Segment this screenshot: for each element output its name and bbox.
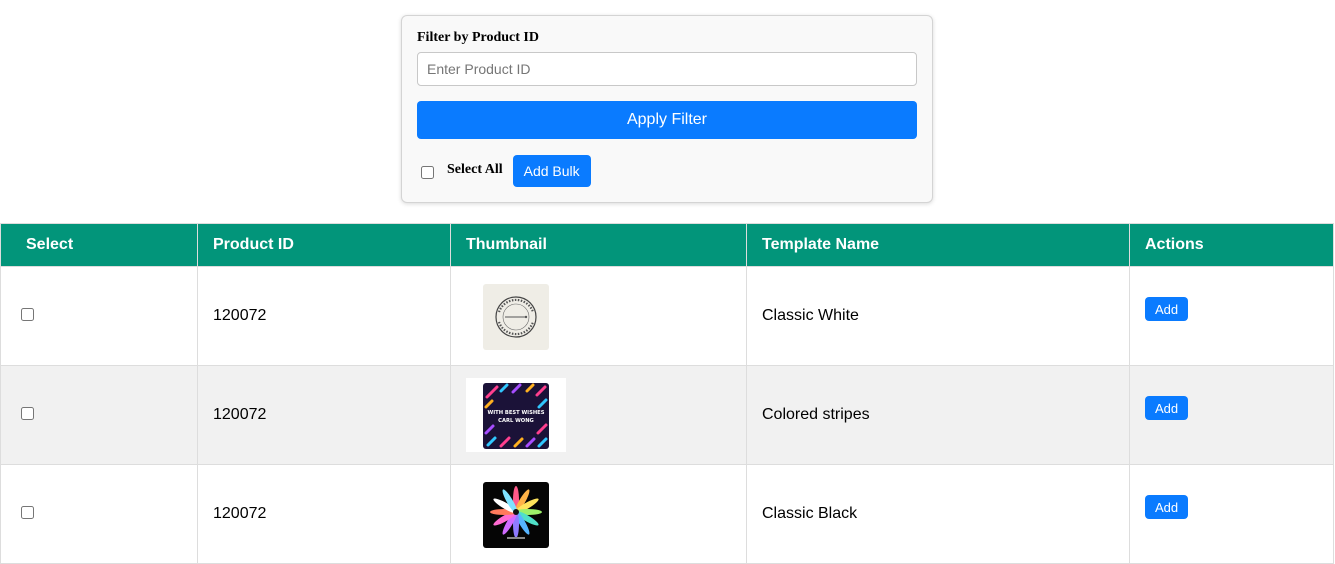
product-id-input[interactable]	[417, 52, 917, 86]
header-select: Select	[0, 223, 198, 267]
table-row: 120072 Classic White Add	[0, 266, 1334, 366]
select-cell	[0, 365, 198, 465]
colored-stripes-thumbnail: WITH BEST WISHES CARL WONG	[466, 378, 566, 452]
table-row: 120072	[0, 464, 1334, 564]
add-bulk-button[interactable]: Add Bulk	[512, 155, 591, 187]
template-name-cell: Classic White	[746, 266, 1130, 366]
thumbnail-cell	[450, 464, 747, 564]
filter-label: Filter by Product ID	[417, 30, 539, 45]
add-button[interactable]: Add	[1145, 495, 1189, 519]
actions-cell: Add	[1129, 266, 1334, 366]
header-actions: Actions	[1129, 223, 1334, 267]
select-cell	[0, 266, 198, 366]
select-cell	[0, 464, 198, 564]
thumbnail-cell: WITH BEST WISHES CARL WONG	[450, 365, 747, 465]
bulk-actions-row: Select All Add Bulk	[417, 155, 591, 187]
table-row: 120072	[0, 365, 1334, 465]
actions-cell: Add	[1129, 464, 1334, 564]
actions-cell: Add	[1129, 365, 1334, 465]
table-header-row: Select Product ID Thumbnail Template Nam…	[0, 223, 1334, 267]
template-name-cell: Colored stripes	[746, 365, 1130, 465]
template-name-cell: Classic Black	[746, 464, 1130, 564]
header-template-name: Template Name	[746, 223, 1130, 267]
filter-panel: Filter by Product ID Apply Filter Select…	[401, 15, 933, 203]
flower-petals-thumbnail	[466, 477, 566, 551]
header-product-id: Product ID	[197, 223, 451, 267]
product-id-cell: 120072	[197, 266, 451, 366]
thumbnail-text-line2: CARL WONG	[498, 418, 534, 424]
apply-filter-button[interactable]: Apply Filter	[417, 101, 917, 139]
row-checkbox[interactable]	[21, 506, 34, 519]
add-button[interactable]: Add	[1145, 396, 1189, 420]
thumbnail-text-line1: WITH BEST WISHES	[488, 410, 545, 416]
product-id-cell: 120072	[197, 365, 451, 465]
thumbnail-cell	[450, 266, 747, 366]
select-all-label: Select All	[447, 161, 503, 177]
select-all-checkbox[interactable]	[421, 166, 434, 179]
row-checkbox[interactable]	[21, 308, 34, 321]
row-checkbox[interactable]	[21, 407, 34, 420]
round-stamp-logo-thumbnail	[466, 279, 566, 353]
add-button[interactable]: Add	[1145, 297, 1189, 321]
header-thumbnail: Thumbnail	[450, 223, 747, 267]
product-table: Select Product ID Thumbnail Template Nam…	[0, 223, 1334, 564]
product-id-cell: 120072	[197, 464, 451, 564]
